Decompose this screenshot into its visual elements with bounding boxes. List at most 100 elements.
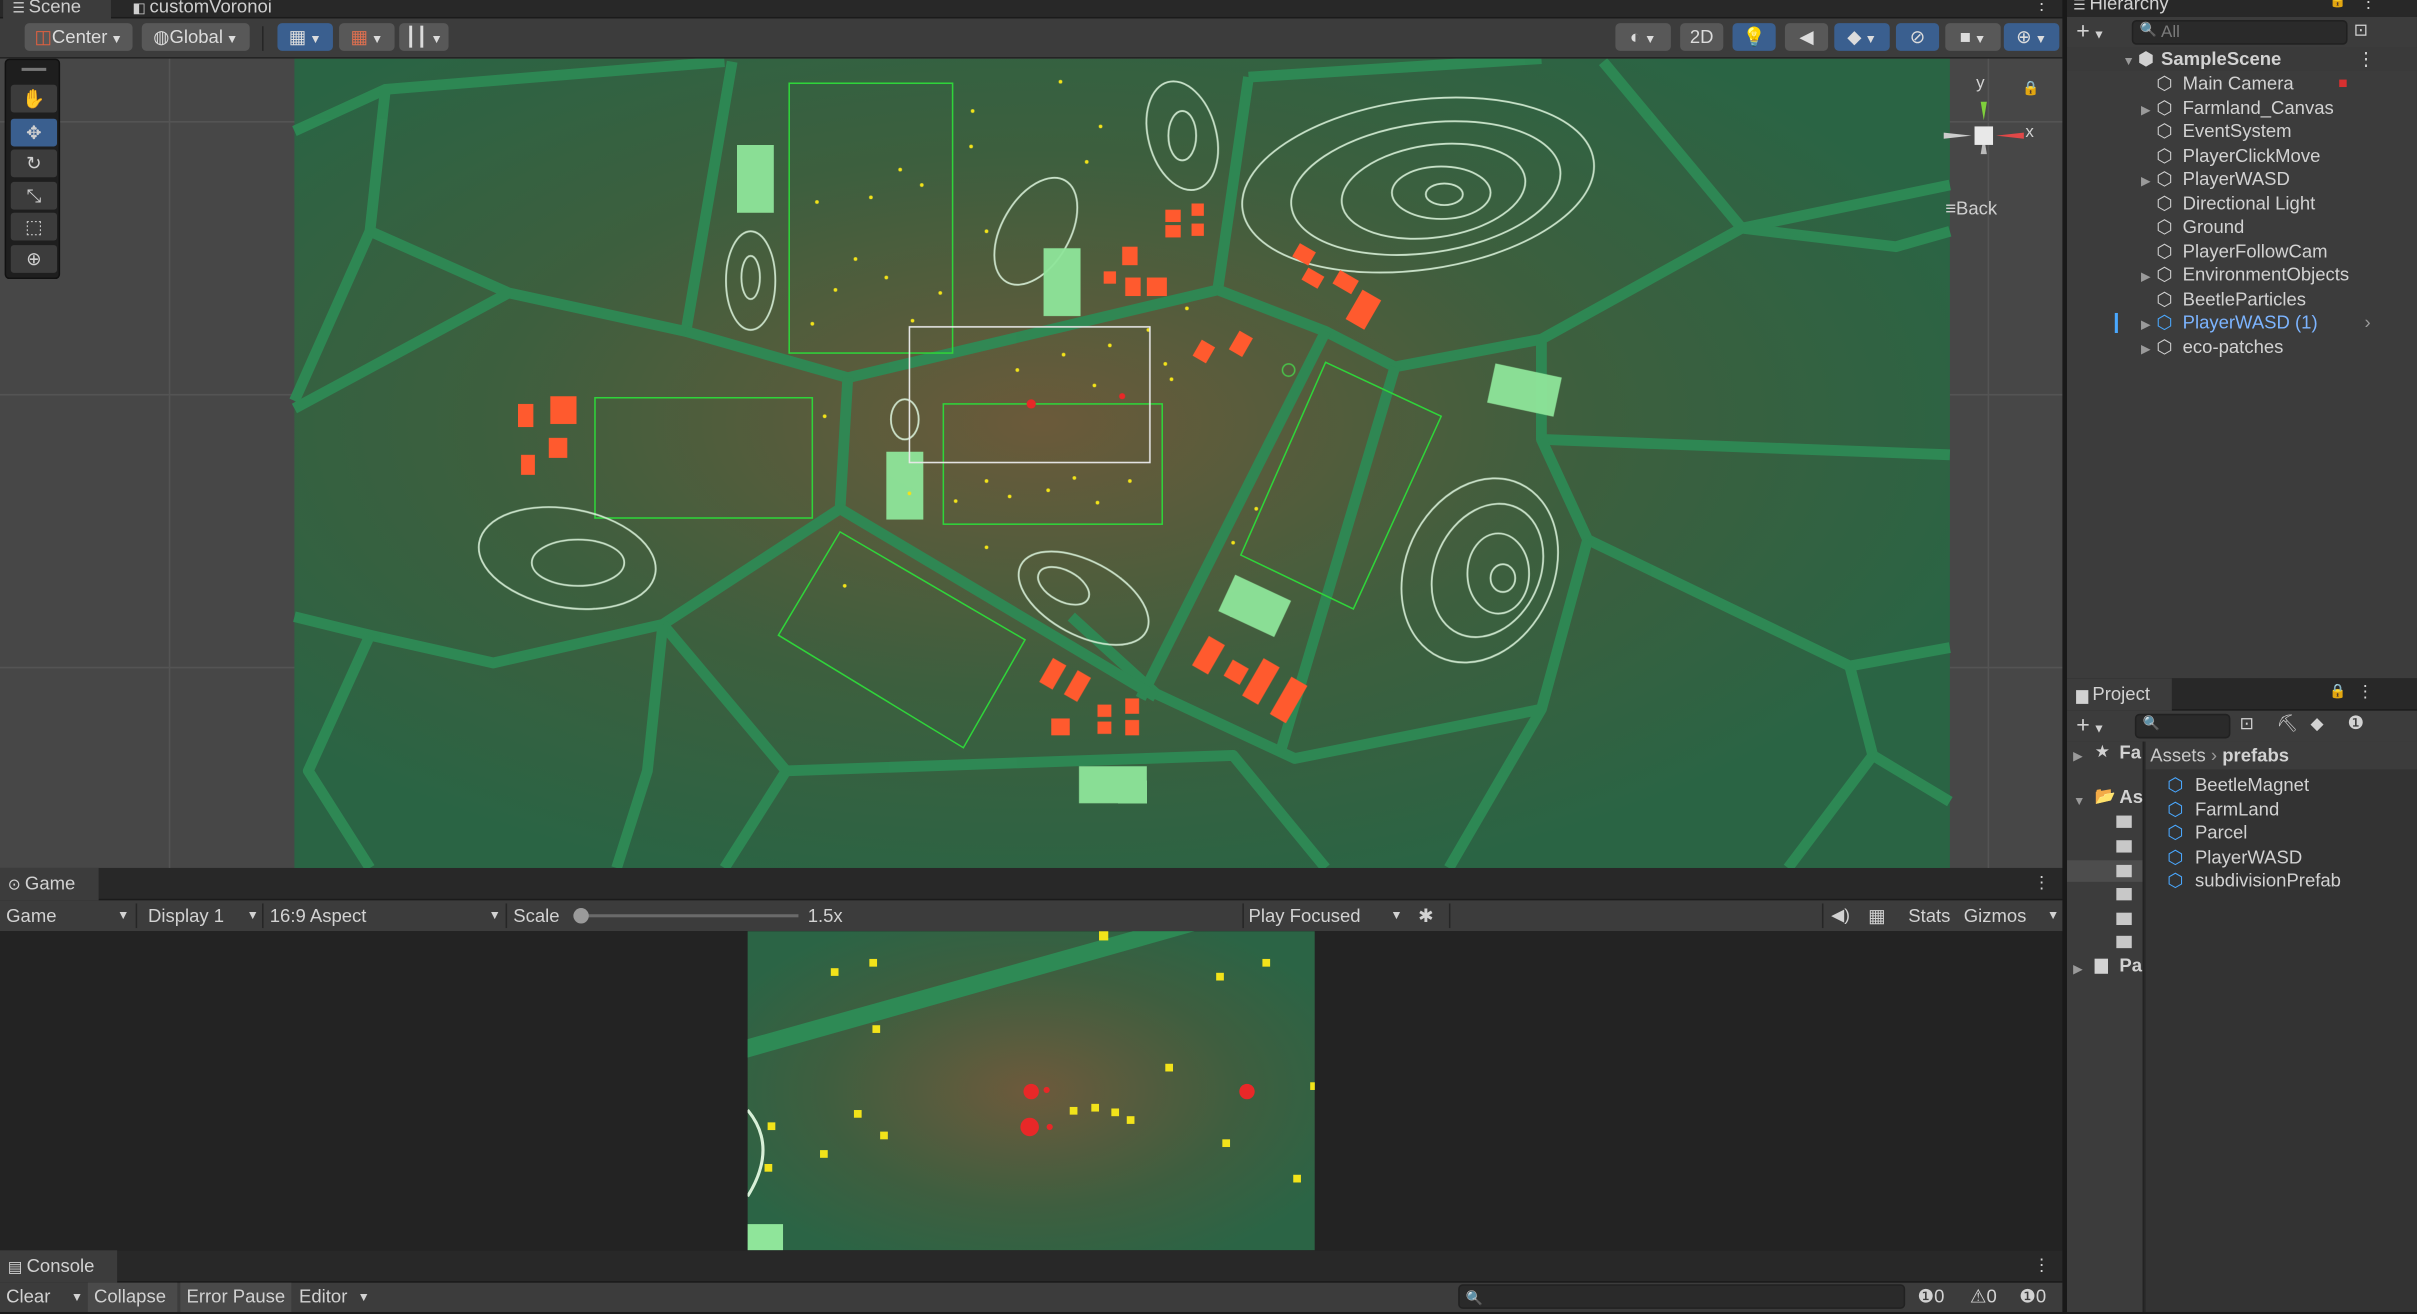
bug-icon[interactable]: ✱ <box>1418 900 1434 931</box>
lighting-toggle[interactable]: 💡 <box>1732 23 1776 51</box>
hierarchy-search-input[interactable]: 🔍 All <box>2131 20 2348 45</box>
expand-arrow-icon[interactable]: ▶ <box>2141 337 2150 360</box>
space-dropdown[interactable]: ◍Global ▼ <box>141 23 250 51</box>
chevron-right-icon[interactable]: › <box>2365 311 2371 334</box>
orientation-gizmo[interactable]: y x 🔒 <box>1936 74 2044 182</box>
project-file-item[interactable]: ⬡ BeetleMagnet <box>2146 774 2417 797</box>
play-focused-dropdown[interactable]: Play Focused ▼ <box>1249 900 1403 931</box>
audio-icon[interactable]: ◀) <box>1831 900 1850 931</box>
hierarchy-item[interactable]: ▶ ⬡ eco-patches <box>2067 335 2417 358</box>
info-icon[interactable]: ❶ <box>2348 712 2365 734</box>
view-label[interactable]: ≡Back <box>1945 197 1997 219</box>
game-mode-dropdown[interactable]: Game ▼ <box>6 900 129 931</box>
expand-arrow-icon[interactable]: ▶ <box>2141 265 2150 288</box>
add-icon[interactable]: + ▼ <box>2076 712 2105 738</box>
subfolder-icon[interactable] <box>2116 840 2132 853</box>
rect-tool[interactable]: ⬚ <box>10 212 58 241</box>
hierarchy-item[interactable]: ▶ ⬡ EnvironmentObjects <box>2067 264 2417 287</box>
search-by-type-icon[interactable]: ⊡ <box>2240 714 2254 734</box>
align-button[interactable]: ┃┃ ▼ <box>399 23 449 51</box>
expand-arrow-icon[interactable]: ▶ <box>2141 98 2150 121</box>
subfolder-selected-row[interactable] <box>2067 860 2143 882</box>
2d-toggle[interactable]: 2D <box>1680 23 1724 51</box>
camera-settings-button[interactable]: ■ ▼ <box>1945 23 2001 51</box>
collapse-button[interactable]: Collapse <box>87 1282 178 1312</box>
subfolder-icon[interactable] <box>2116 864 2132 878</box>
audio-toggle[interactable]: ◀ <box>1784 23 1829 51</box>
expand-arrow-icon[interactable]: ▶ <box>2141 313 2150 336</box>
game-viewport[interactable] <box>0 931 2063 1251</box>
lock-icon[interactable]: 🔒 <box>2329 0 2346 9</box>
breadcrumb-assets[interactable]: Assets <box>2150 745 2206 767</box>
grid-snap-button[interactable]: ▦ ▼ <box>277 23 333 51</box>
increment-snap-button[interactable]: ▦ ▼ <box>339 23 395 51</box>
subfolder-icon[interactable] <box>2116 935 2132 949</box>
hierarchy-item[interactable]: ⬡ PlayerFollowCam <box>2067 240 2417 263</box>
scene-menu-icon[interactable]: ⋮ <box>2357 48 2375 71</box>
add-icon[interactable]: + ▼ <box>2076 19 2105 45</box>
rotate-tool[interactable]: ↻ <box>10 149 58 178</box>
panel-menu-icon[interactable]: ⋮ <box>2033 1255 2050 1275</box>
lock-icon[interactable]: 🔒 <box>2022 80 2039 97</box>
scale-tool[interactable]: ⤡ <box>10 181 58 210</box>
panel-menu-icon[interactable]: ⋮ <box>2360 0 2377 12</box>
scene-viewport[interactable]: ✋ ✥ ↻ ⤡ ⬚ ⊕ y x 🔒 ≡Back <box>0 58 2063 868</box>
move-tool[interactable]: ✥ <box>10 118 58 147</box>
breadcrumb-prefabs[interactable]: prefabs <box>2222 745 2289 767</box>
display-dropdown[interactable]: Display 1 ▼ <box>148 900 259 931</box>
tab-customvoronoi[interactable]: ◧ customVoronoi <box>123 0 293 19</box>
draw-mode-button[interactable]: ◐ ▼ <box>1615 23 1671 51</box>
hierarchy-item[interactable]: ▶ ⬡ PlayerWASD <box>2067 168 2417 191</box>
panel-menu-icon[interactable]: ⋮ <box>2357 681 2374 702</box>
transform-tool[interactable]: ⊕ <box>10 245 58 273</box>
visibility-toggle[interactable]: ⊘ <box>1895 23 1940 51</box>
aspect-dropdown[interactable]: 16:9 Aspect ▼ <box>270 900 501 931</box>
console-search-input[interactable]: 🔍 <box>1458 1284 1906 1309</box>
warning-filter-toggle[interactable]: ⚠0 <box>1970 1283 1997 1312</box>
filter-by-label-icon[interactable]: ⛏ <box>2277 714 2299 734</box>
panel-menu-icon[interactable]: ⋮ <box>2033 873 2050 893</box>
stats-button[interactable]: Stats <box>1908 900 1950 931</box>
scale-slider[interactable] <box>573 908 799 924</box>
scene-visibility-icon[interactable]: ⊡ <box>2354 20 2368 41</box>
project-search-input[interactable]: 🔍 <box>2134 713 2231 739</box>
log-filter-toggle[interactable]: ❶0 <box>1918 1283 1945 1312</box>
tab-scene[interactable]: ☰ Scene <box>3 0 111 19</box>
subfolder-icon[interactable] <box>2116 888 2132 901</box>
project-file-item[interactable]: ⬡ subdivisionPrefab <box>2146 870 2417 893</box>
tag-icon[interactable]: ◆ <box>2311 714 2324 734</box>
tool-palette-grip[interactable] <box>21 67 47 71</box>
hierarchy-item[interactable]: ⬡ PlayerClickMove <box>2067 144 2417 167</box>
project-file-item[interactable]: ⬡ FarmLand <box>2146 798 2417 821</box>
scene-tab-menu-icon[interactable]: ⋮ <box>2033 0 2050 14</box>
hierarchy-item[interactable]: ⬡ Directional Light <box>2067 192 2417 215</box>
error-filter-toggle[interactable]: ❶0 <box>2019 1283 2046 1312</box>
hierarchy-item[interactable]: ▶ ⬡ PlayerWASD (1) › <box>2067 311 2417 334</box>
keyboard-icon[interactable]: ▦ <box>1868 900 1885 931</box>
hierarchy-item[interactable]: ▶ ⬡ Farmland_Canvas <box>2067 96 2417 119</box>
project-file-item[interactable]: ⬡ PlayerWASD <box>2146 846 2417 869</box>
tab-console[interactable]: ▤ Console <box>0 1250 118 1283</box>
error-pause-button[interactable]: Error Pause <box>180 1282 292 1312</box>
effects-toggle[interactable]: ◆ ▼ <box>1834 23 1890 51</box>
hierarchy-item[interactable]: ⬡ BeetleParticles <box>2067 288 2417 311</box>
subfolder-icon[interactable] <box>2116 815 2132 828</box>
hierarchy-scene-row[interactable]: ▼ ⬢ SampleScene ⋮ <box>2067 47 2417 71</box>
tab-game[interactable]: ⊙ Game <box>0 867 99 901</box>
hierarchy-item[interactable]: ⬡ Ground <box>2067 216 2417 239</box>
tab-project[interactable]: ▆ Project <box>2067 678 2172 711</box>
game-render[interactable] <box>747 931 1315 1251</box>
hierarchy-item[interactable]: ⬡ Main Camera ■ <box>2067 72 2417 95</box>
clear-button[interactable]: Clear ▼ <box>6 1283 83 1312</box>
gizmos-dropdown[interactable]: Gizmos ▼ <box>1964 900 2063 931</box>
hierarchy-item[interactable]: ⬡ EventSystem <box>2067 120 2417 143</box>
tab-hierarchy[interactable]: ☰ Hierarchy <box>2073 0 2168 14</box>
lock-icon[interactable]: 🔒 <box>2329 683 2346 700</box>
expand-arrow-icon[interactable]: ▶ <box>2141 170 2150 193</box>
subfolder-icon[interactable] <box>2116 912 2132 926</box>
scene-canvas[interactable] <box>0 58 2063 868</box>
gizmos-toggle[interactable]: ⊕ ▼ <box>2003 23 2060 51</box>
editor-dropdown[interactable]: Editor ▼ <box>293 1283 370 1312</box>
hand-tool[interactable]: ✋ <box>10 84 58 113</box>
pivot-dropdown[interactable]: ◫Center ▼ <box>24 23 133 51</box>
